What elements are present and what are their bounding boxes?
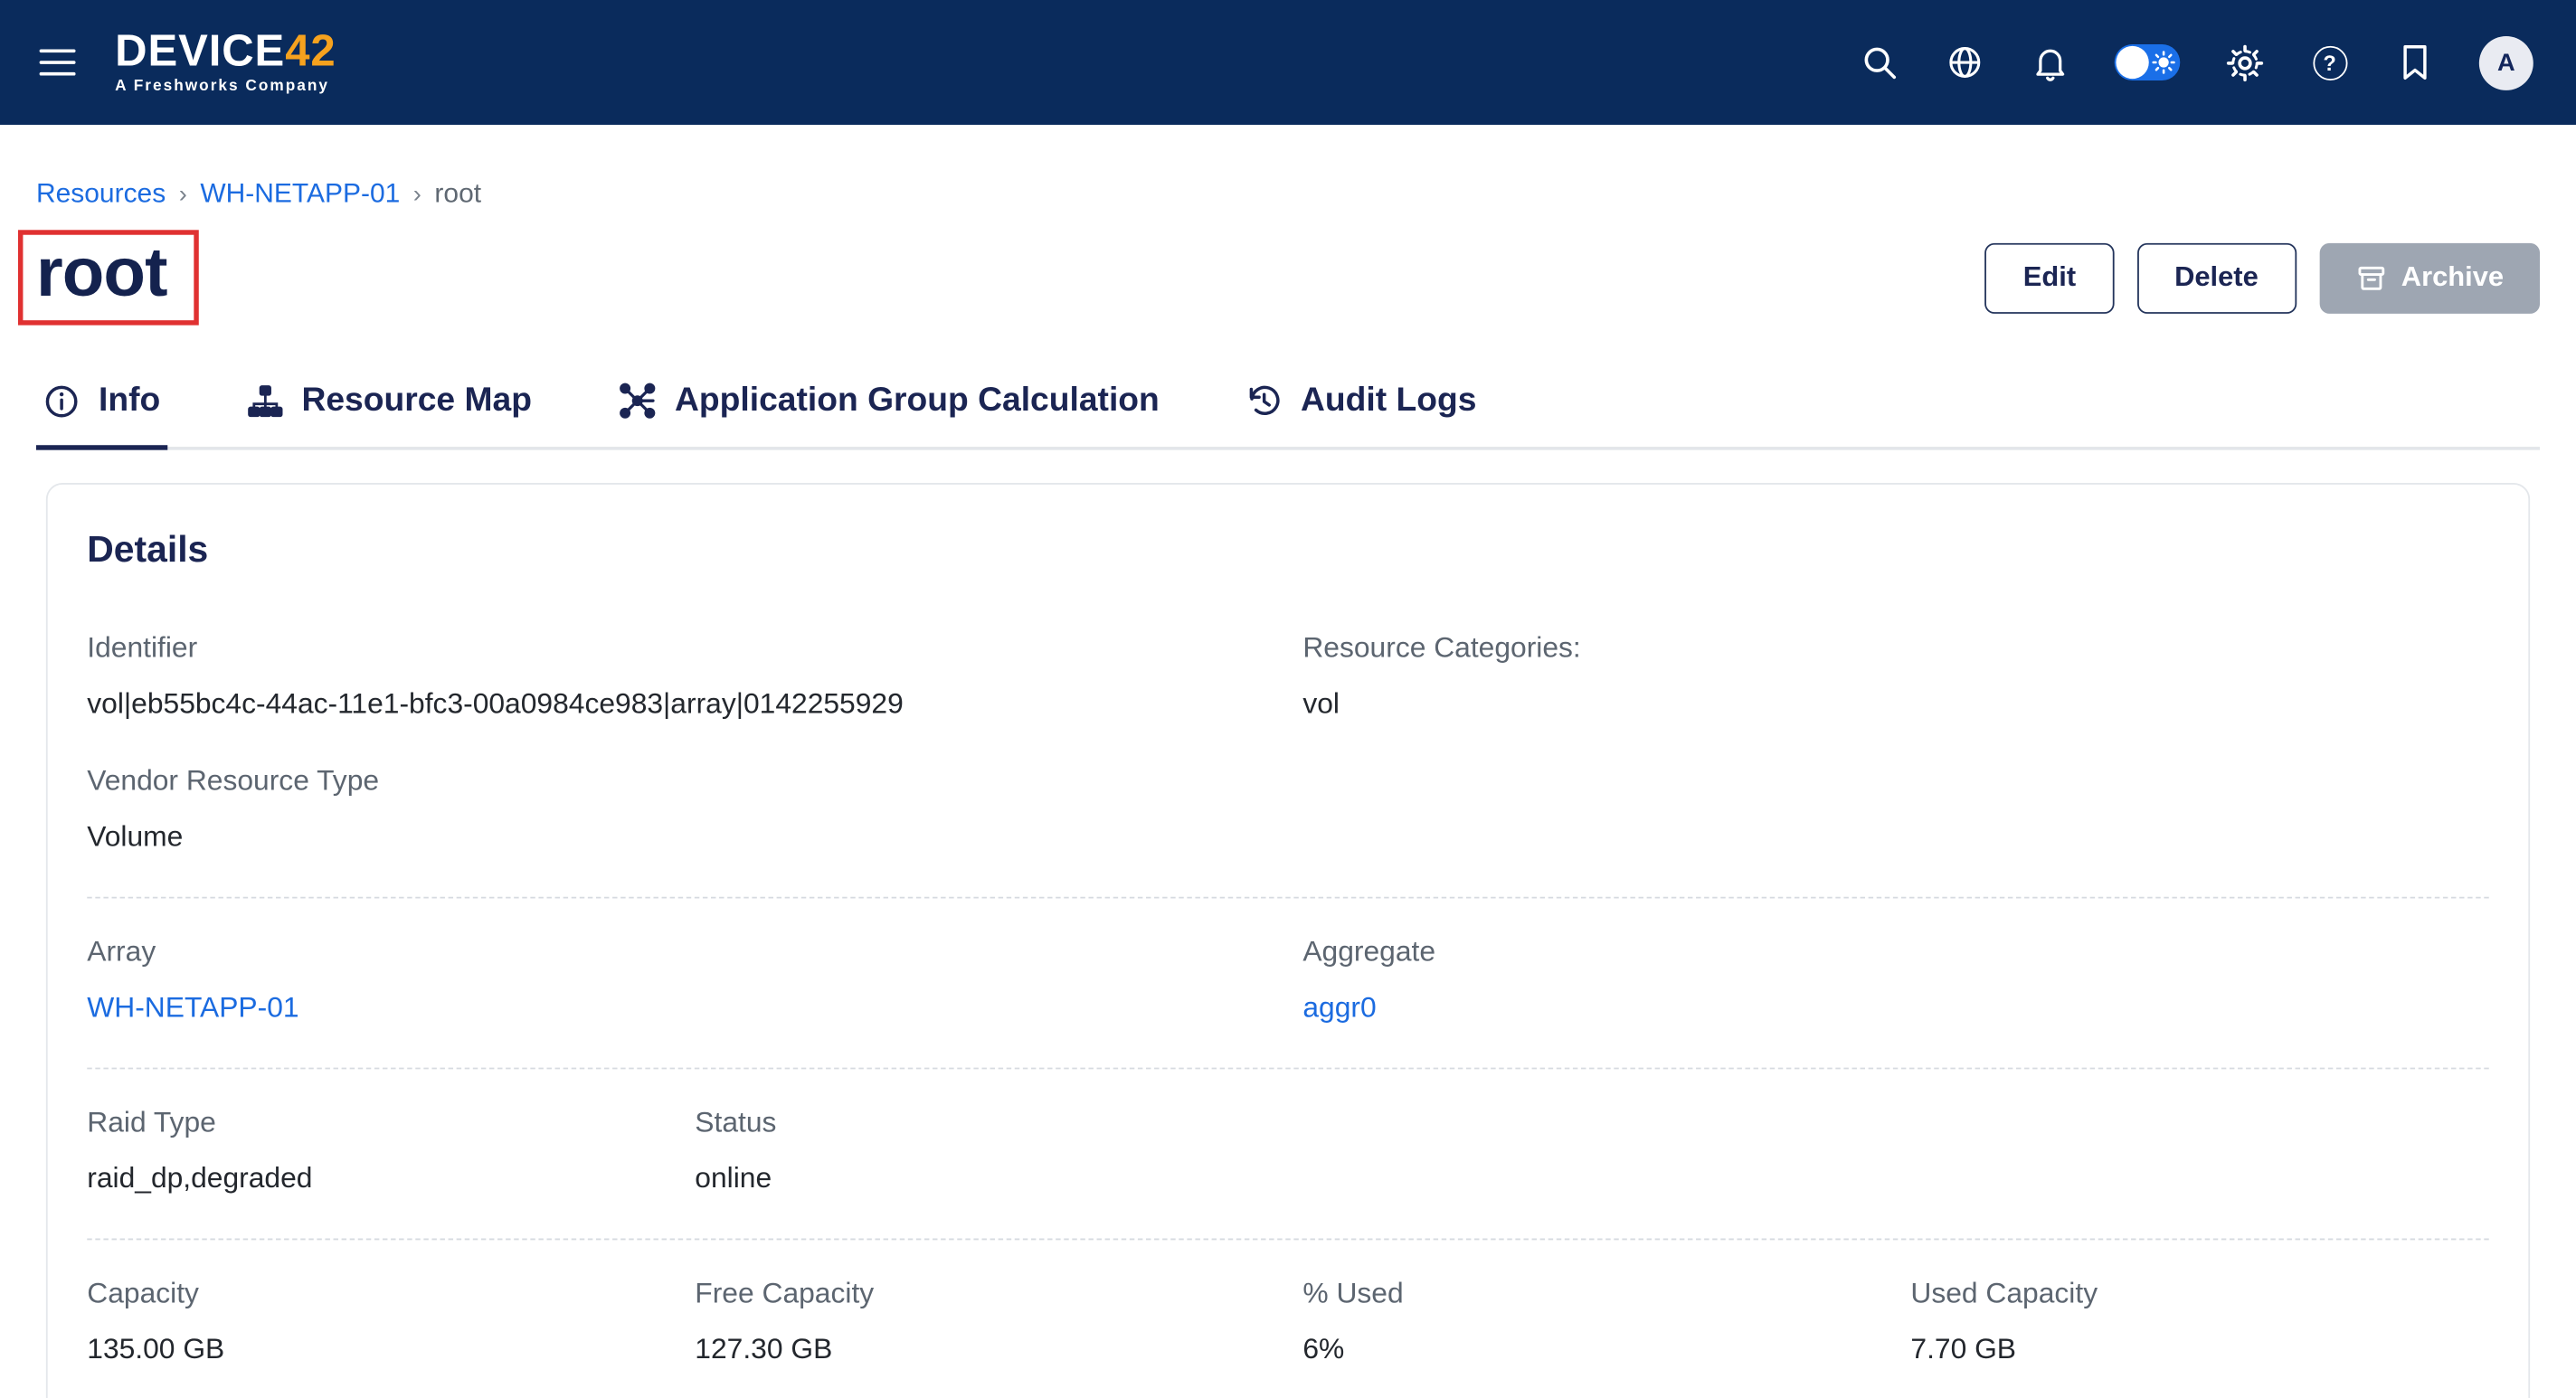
details-card: Details Identifier vol|eb55bc4c-44ac-11e… (46, 483, 2530, 1398)
field-label: Identifier (87, 631, 1273, 666)
page: DEVICE42 A Freshworks Company (0, 0, 2576, 1398)
field-value: vol (1302, 687, 2488, 722)
field-label: Raid Type (87, 1106, 665, 1140)
field-value: 127.30 GB (695, 1332, 1273, 1366)
breadcrumb-separator: › (413, 181, 421, 209)
field-resource-categories: Resource Categories: vol (1302, 631, 2488, 722)
page-title: root (36, 235, 167, 311)
annotation-highlight-box: root (18, 230, 198, 326)
bookmark-icon[interactable] (2393, 41, 2436, 83)
field-used-capacity: Used Capacity 7.70 GB (1910, 1277, 2488, 1367)
toggle-knob (2116, 46, 2148, 79)
info-icon (43, 383, 80, 420)
tab-resource-map[interactable]: Resource Map (239, 365, 538, 450)
field-label: Vendor Resource Type (87, 764, 1273, 798)
archive-button[interactable]: Archive (2319, 242, 2540, 313)
archive-icon (2355, 262, 2387, 294)
field-label: % Used (1302, 1277, 1880, 1311)
field-value: Volume (87, 820, 1273, 855)
network-graph-icon (617, 382, 657, 421)
tab-bar: Info Resource Map (36, 365, 2540, 450)
field-label: Aggregate (1302, 935, 2488, 969)
title-row: root Edit Delete Archive (36, 230, 2540, 326)
navbar-right: ? A (1858, 35, 2533, 90)
breadcrumb: Resources › WH-NETAPP-01 › root (36, 179, 2540, 211)
history-icon (1245, 383, 1283, 420)
avatar-initial: A (2497, 49, 2515, 77)
tab-info[interactable]: Info (36, 365, 167, 450)
field-value: 7.70 GB (1910, 1332, 2488, 1366)
details-section-capacity: Capacity 135.00 GB Free Capacity 127.30 … (87, 1239, 2488, 1398)
brand-subtitle: A Freshworks Company (115, 80, 336, 95)
delete-button[interactable]: Delete (2136, 242, 2296, 313)
theme-toggle[interactable] (2115, 44, 2181, 80)
field-label: Used Capacity (1910, 1277, 2488, 1311)
field-raid-type: Raid Type raid_dp,degraded (87, 1106, 665, 1196)
field-label: Resource Categories: (1302, 631, 2488, 666)
brand-text: DEVICE42 (115, 30, 336, 74)
details-section-identity: Identifier vol|eb55bc4c-44ac-11e1-bfc3-0… (87, 595, 2488, 897)
tab-application-group-calculation[interactable]: Application Group Calculation (611, 365, 1166, 450)
field-label: Free Capacity (695, 1277, 1273, 1311)
field-vendor-resource-type: Vendor Resource Type Volume (87, 764, 1273, 855)
menu-button[interactable] (40, 43, 82, 83)
sitemap-icon (246, 383, 284, 420)
help-icon[interactable]: ? (2308, 41, 2351, 83)
breadcrumb-resources-link[interactable]: Resources (36, 179, 166, 211)
breadcrumb-current: root (434, 179, 481, 211)
field-capacity: Capacity 135.00 GB (87, 1277, 665, 1367)
action-buttons: Edit Delete Archive (1985, 242, 2540, 313)
details-section-array: Array WH-NETAPP-01 Aggregate aggr0 (87, 897, 2488, 1068)
array-link[interactable]: WH-NETAPP-01 (87, 991, 1273, 1025)
tab-audit-logs[interactable]: Audit Logs (1238, 365, 1483, 450)
field-label: Array (87, 935, 1273, 969)
field-identifier: Identifier vol|eb55bc4c-44ac-11e1-bfc3-0… (87, 631, 1273, 722)
field-value: vol|eb55bc4c-44ac-11e1-bfc3-00a0984ce983… (87, 687, 1273, 722)
details-section-raid-status: Raid Type raid_dp,degraded Status online (87, 1068, 2488, 1239)
globe-icon[interactable] (1944, 41, 1986, 83)
field-value: 135.00 GB (87, 1332, 665, 1366)
search-icon[interactable] (1858, 41, 1900, 83)
breadcrumb-device-link[interactable]: WH-NETAPP-01 (200, 179, 400, 211)
field-array: Array WH-NETAPP-01 (87, 935, 1273, 1025)
main-content: Resources › WH-NETAPP-01 › root root Edi… (0, 179, 2576, 1398)
details-heading: Details (87, 529, 2488, 571)
top-navbar: DEVICE42 A Freshworks Company (0, 0, 2576, 125)
field-percent-used: % Used 6% (1302, 1277, 1880, 1367)
edit-button[interactable]: Edit (1985, 242, 2114, 313)
field-label: Capacity (87, 1277, 665, 1311)
field-label: Status (695, 1106, 1273, 1140)
sun-icon (2152, 51, 2174, 73)
field-free-capacity: Free Capacity 127.30 GB (695, 1277, 1273, 1367)
field-aggregate: Aggregate aggr0 (1302, 935, 2488, 1025)
bell-icon[interactable] (2029, 41, 2071, 83)
breadcrumb-separator: › (179, 181, 187, 209)
gear-icon[interactable] (2222, 41, 2265, 83)
field-value: online (695, 1161, 1273, 1195)
field-value: 6% (1302, 1332, 1880, 1366)
aggregate-link[interactable]: aggr0 (1302, 991, 2488, 1025)
avatar[interactable]: A (2479, 35, 2533, 90)
device42-logo[interactable]: DEVICE42 A Freshworks Company (115, 30, 336, 95)
field-status: Status online (695, 1106, 1273, 1196)
field-value: raid_dp,degraded (87, 1161, 665, 1195)
navbar-left: DEVICE42 A Freshworks Company (40, 30, 336, 95)
